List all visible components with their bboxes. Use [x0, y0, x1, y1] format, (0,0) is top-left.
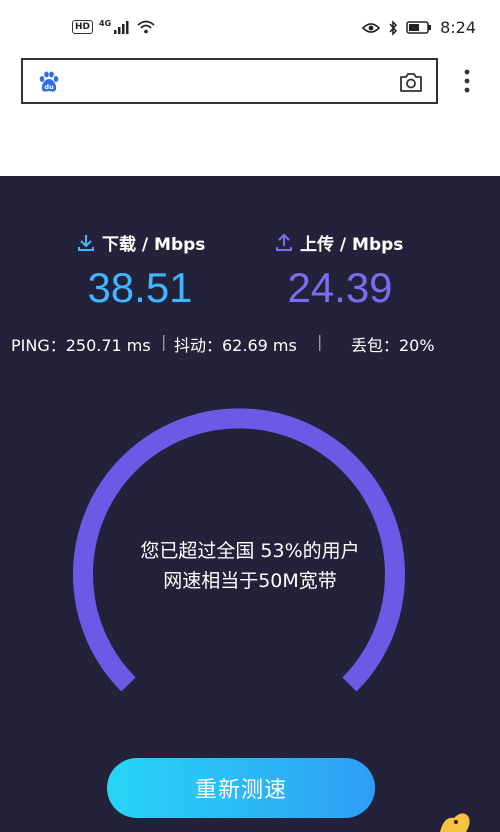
download-arrow-icon: [78, 234, 94, 251]
network-type: 4G: [99, 18, 112, 28]
upload-header: 上传 / Mbps: [276, 230, 403, 255]
search-input[interactable]: [75, 68, 379, 96]
status-left: HD 4G: [72, 18, 155, 34]
battery-icon: [406, 21, 432, 34]
svg-text:du: du: [44, 83, 54, 91]
retest-button[interactable]: 重新测速: [107, 758, 375, 818]
eye-icon: [362, 22, 381, 33]
upload-label: 上传 / Mbps: [300, 235, 404, 255]
upload-arrow-icon: [276, 233, 292, 251]
baidu-logo-icon: du: [39, 71, 59, 92]
gauge-summary: 您已超过全国 53%的用户 网速相当于50M宽带: [0, 536, 500, 596]
divider: |: [317, 332, 323, 351]
wifi-icon: [137, 20, 155, 34]
download-header: 下载 / Mbps: [78, 230, 205, 255]
upload-speed: 24.39: [287, 264, 393, 311]
download-label: 下载 / Mbps: [102, 235, 206, 255]
speed-test-panel: 下载 / Mbps 上传 / Mbps 38.51 24.39 PING：250…: [0, 176, 500, 832]
clock: 8:24: [440, 18, 476, 37]
hd-badge: HD: [72, 20, 94, 34]
bluetooth-icon: [389, 19, 398, 36]
status-bar: HD 4G 8:24: [0, 0, 500, 58]
bandwidth-equivalent-text: 网速相当于50M宽带: [163, 570, 337, 592]
ping-value: PING：250.71 ms: [11, 336, 151, 355]
packet-loss-value: 丢包：20%: [351, 336, 435, 355]
retest-label: 重新测速: [194, 778, 287, 803]
more-vertical-icon[interactable]: [455, 62, 479, 100]
camera-icon[interactable]: [396, 68, 426, 96]
status-right: 8:24: [362, 18, 476, 37]
search-bar[interactable]: du: [21, 58, 438, 104]
percentile-text: 您已超过全国 53%的用户: [140, 540, 360, 562]
signal-icon: [114, 21, 129, 34]
divider: |: [161, 332, 167, 351]
mascot-icon[interactable]: [436, 806, 476, 832]
jitter-value: 抖动：62.69 ms: [174, 336, 297, 355]
